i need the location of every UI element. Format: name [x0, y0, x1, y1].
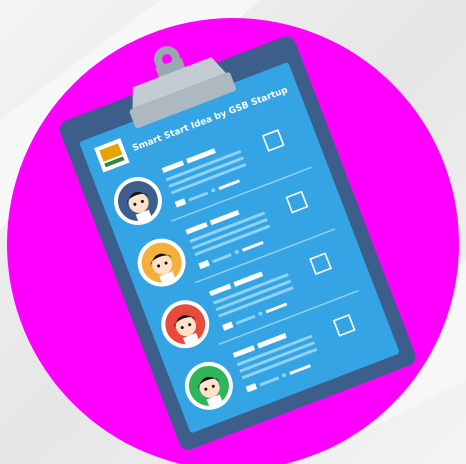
illustration-canvas: Smart Start Idea by GSB Startup — [0, 0, 466, 464]
